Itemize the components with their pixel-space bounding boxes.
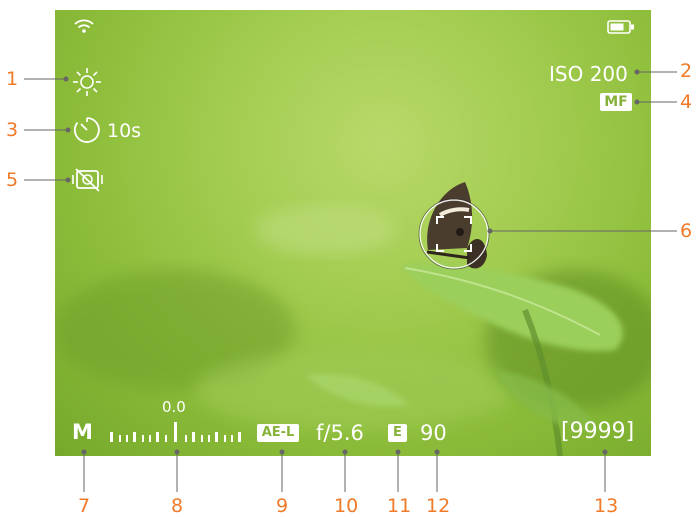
callout-5: 5 bbox=[6, 169, 19, 191]
ae-lock-badge: AE-L bbox=[257, 424, 299, 442]
wifi-icon bbox=[74, 19, 94, 33]
self-timer-value: 10s bbox=[107, 120, 142, 142]
callout-13: 13 bbox=[594, 495, 619, 517]
exposure-value: 0.0 bbox=[162, 398, 186, 416]
iso-readout: ISO 200 bbox=[549, 62, 628, 86]
aperture-value: f/5.6 bbox=[316, 421, 364, 445]
self-timer-icon bbox=[73, 117, 100, 143]
battery-icon bbox=[607, 20, 634, 34]
callout-10: 10 bbox=[334, 495, 359, 517]
callout-4: 4 bbox=[680, 91, 693, 113]
shooting-mode: M bbox=[72, 420, 93, 444]
callout-9: 9 bbox=[276, 495, 289, 517]
callout-1: 1 bbox=[6, 68, 19, 90]
callout-6: 6 bbox=[680, 220, 693, 242]
focus-frame-icon bbox=[418, 198, 490, 270]
e-badge: E bbox=[388, 424, 407, 442]
callout-11: 11 bbox=[387, 495, 412, 517]
sun-icon bbox=[73, 68, 101, 96]
stabilizer-off-icon bbox=[72, 168, 103, 192]
callout-12: 12 bbox=[426, 495, 451, 517]
callout-7: 7 bbox=[78, 495, 91, 517]
shots-remaining: [9999] bbox=[561, 419, 635, 444]
focus-mode-badge: MF bbox=[600, 93, 632, 111]
shutter-value: 90 bbox=[420, 421, 447, 445]
callout-2: 2 bbox=[680, 60, 693, 82]
callout-3: 3 bbox=[6, 119, 19, 141]
viewfinder-image: 10s ISO 200 MF M 0.0 AE-L f/5.6 E 90 [99… bbox=[55, 10, 651, 456]
exposure-meter bbox=[110, 422, 241, 442]
callout-8: 8 bbox=[171, 495, 184, 517]
